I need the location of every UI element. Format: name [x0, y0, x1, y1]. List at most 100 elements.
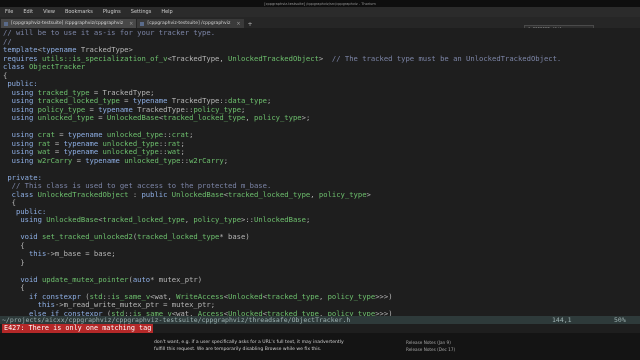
menubar: File Edit View Bookmarks Plugins Setting… — [0, 7, 640, 17]
file-path: ~/projects/aicxx/cppgraphviz/cppgraphviz… — [2, 316, 351, 324]
code-token: , — [318, 291, 328, 301]
code-line[interactable]: class ObjectTracker — [3, 62, 86, 72]
code-token: using — [11, 155, 34, 165]
code-token: std — [111, 308, 125, 316]
code-token: tracked_locked_type — [228, 189, 311, 199]
close-icon[interactable]: × — [129, 21, 133, 27]
code-token: is_same_v — [132, 308, 172, 316]
menu-plugins[interactable]: Plugins — [98, 9, 126, 15]
scroll-percent: 50% — [614, 316, 626, 324]
code-token: tracked_type — [267, 308, 319, 316]
code-line[interactable]: void set_tracked_unlocked2(tracked_locke… — [3, 232, 250, 242]
notice-line: don't want, e.g. if a user specifically … — [154, 340, 344, 345]
tab-cppgraphviz-second[interactable]: [cppgraphviz-testsuite] /cppgraphviz × — [137, 19, 244, 28]
code-token: policy_type — [254, 113, 302, 122]
release-notes-link[interactable]: Release Notes (Jan 9) — [406, 340, 526, 347]
code-token: ->m_base = base; — [46, 249, 116, 258]
code-token: tracked_locked_type — [102, 215, 185, 224]
window-titlebar: [cppgraphviz-testsuite] /cppgraphviz/src… — [0, 0, 640, 7]
code-token: set_tracked_unlocked2 — [41, 232, 133, 241]
menu-view[interactable]: View — [38, 9, 60, 15]
code-token: tracked_locked_type — [137, 232, 220, 241]
code-token: ; — [223, 155, 229, 165]
code-token: policy_type — [327, 308, 376, 316]
code-token: constexpr — [63, 308, 103, 316]
tab-cppgraphviz-main[interactable]: [cppgraphviz-testsuite] /cppgraphviz/cpp… — [1, 19, 137, 28]
code-token: UnlockedBase — [171, 189, 224, 199]
release-notes-link[interactable]: Release Notes (Dec 17) — [406, 347, 526, 354]
code-token: , — [318, 308, 328, 316]
code-token: UnlockedTrackedObject — [37, 189, 129, 199]
code-token: >:: — [241, 215, 255, 224]
code-token: = — [72, 155, 86, 165]
code-token: * mutex_ptr) — [150, 274, 203, 284]
error-message: E427: There is only one matching tag — [2, 324, 154, 333]
command-line[interactable]: E427: There is only one matching tag — [0, 324, 640, 333]
code-token: unlocked_type — [37, 113, 94, 122]
code-token: ; — [267, 96, 272, 105]
code-token: tracked_locked_type — [163, 113, 246, 122]
code-token: // The tracked type must be an UnlockedT… — [331, 53, 562, 63]
code-line[interactable]: using w2rCarry = typename unlocked_type:… — [3, 155, 229, 166]
code-token: policy_type — [327, 291, 376, 301]
cursor-position: 144,1 — [552, 316, 572, 324]
code-token: public — [141, 189, 168, 199]
menu-edit[interactable]: Edit — [18, 9, 38, 15]
code-token: * base) — [219, 232, 250, 241]
menu-bookmarks[interactable]: Bookmarks — [60, 9, 98, 15]
code-token: UnlockedBase — [106, 113, 159, 122]
code-token: Access — [197, 308, 224, 316]
code-token: > — [366, 189, 371, 199]
tab-label: [cppgraphviz-testsuite] /cppgraphviz/cpp… — [11, 21, 124, 26]
menu-file[interactable]: File — [0, 9, 18, 15]
code-editor[interactable]: // will be to use it as-is for your trac… — [0, 28, 640, 316]
code-token: ObjectTracker — [28, 62, 86, 71]
code-token: ; — [305, 215, 311, 224]
code-token: Unlocked — [228, 308, 263, 316]
notice-line: fulfill this request. We are temporarily… — [154, 346, 322, 352]
browse-notice: don't want, e.g. if a user specifically … — [154, 340, 384, 353]
code-token: unlocked_type — [124, 155, 181, 165]
menu-help[interactable]: Help — [156, 9, 177, 15]
code-line[interactable]: // will be to use it as-is for your trac… — [3, 28, 215, 38]
code-token: Unlocked — [228, 291, 263, 301]
code-token: <TrackedType, — [167, 53, 229, 63]
terminal-icon — [4, 21, 8, 26]
code-token: using — [20, 215, 42, 224]
code-line[interactable]: using unlocked_type = UnlockedBase<track… — [3, 113, 311, 123]
code-token: UnlockedBase — [46, 215, 99, 224]
code-token: } — [3, 257, 25, 267]
code-token: >>>) — [375, 291, 393, 301]
code-line[interactable]: requires utils::is_specialization_of_v<T… — [3, 53, 562, 64]
code-token: UnlockedBase — [254, 215, 306, 224]
code-token: update_mutex_pointer — [41, 274, 129, 284]
code-token: , — [245, 113, 255, 122]
code-token: policy_type — [318, 189, 367, 199]
code-token: w2rCarry — [189, 155, 224, 165]
status-line: ~/projects/aicxx/cppgraphviz/cppgraphviz… — [0, 316, 640, 324]
close-icon[interactable]: × — [236, 21, 240, 27]
code-line[interactable]: } — [3, 257, 25, 268]
new-tab-icon[interactable]: + — [244, 21, 257, 28]
code-token: >; — [301, 113, 311, 122]
terminal-icon — [140, 21, 145, 26]
code-token: this — [28, 249, 47, 258]
menu-settings[interactable]: Settings — [126, 9, 157, 15]
code-token: w2rCarry — [37, 155, 73, 165]
code-token: using — [11, 113, 34, 122]
code-token: else if — [28, 308, 60, 316]
code-token: <wat, — [171, 308, 198, 316]
code-token: ; — [189, 130, 194, 139]
code-line[interactable]: using UnlockedBase<tracked_locked_type, … — [3, 215, 311, 225]
code-token: > — [318, 53, 332, 63]
code-line[interactable]: class UnlockedTrackedObject : public Unl… — [3, 189, 371, 200]
code-token: :: — [180, 155, 190, 165]
code-line[interactable]: void update_mutex_pointer(auto* mutex_pt… — [3, 274, 203, 285]
tab-label: [cppgraphviz-testsuite] /cppgraphviz — [147, 21, 231, 26]
code-token: :: — [124, 308, 133, 316]
code-token: auto — [132, 274, 151, 284]
code-token: , — [310, 189, 319, 199]
code-token: UnlockedTrackedObject — [228, 53, 319, 63]
